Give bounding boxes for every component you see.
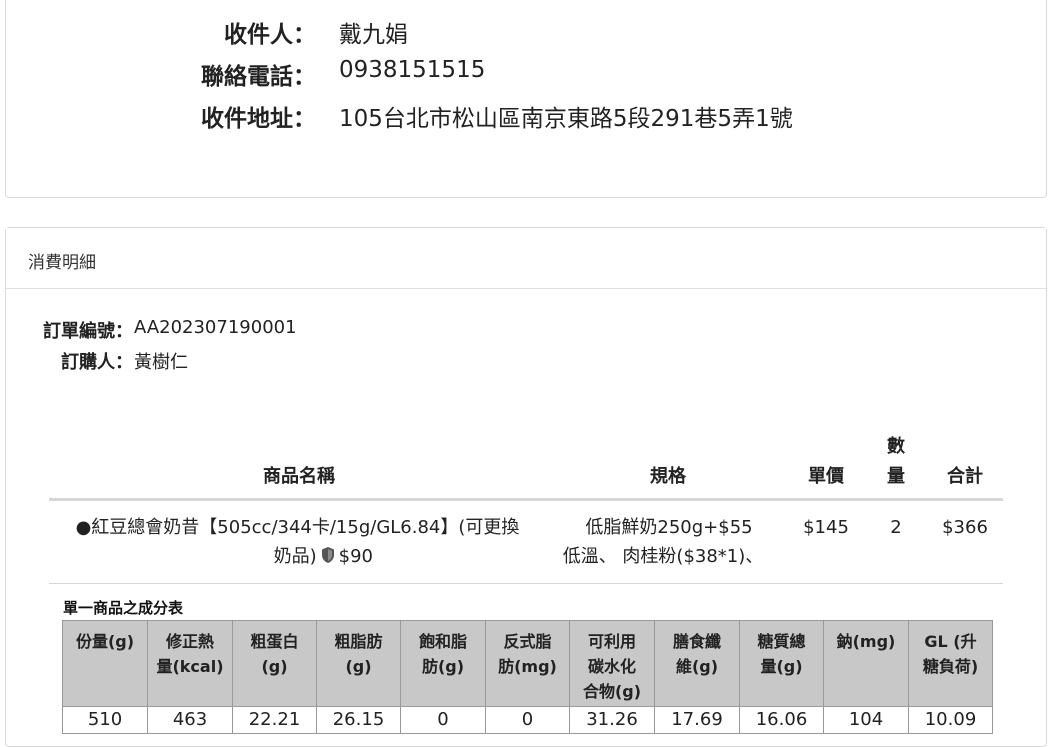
recipient-name-value: 戴九娟 — [339, 22, 408, 48]
nutrition-column-header: 飽和脂 肪(g) — [400, 620, 486, 707]
order-item-unit-price: $145 — [803, 517, 849, 538]
order-item-name: ●紅豆總會奶昔【505cc/344卡/15g/GL6.84】(可更換 奶品) $9… — [50, 513, 545, 573]
recipient-address-value: 105台北市松山區南京東路5段291巷5弄1號 — [339, 106, 793, 132]
nutrition-value-cell: 10.09 — [908, 706, 993, 734]
order-detail-card: 消費明細 訂單編號： AA202307190001 訂購人： 黃樹仁 商品名稱 … — [5, 227, 1047, 747]
order-item-quantity: 2 — [890, 517, 902, 538]
recipient-card: 收件人： 戴九娟 聯絡電話： 0938151515 收件地址： 105台北市松山… — [5, 0, 1047, 198]
nutrition-value-cell: 26.15 — [316, 706, 401, 734]
order-item-spec: 低脂鮮奶250g+$55 低溫、 肉桂粉($38*1)、 — [554, 513, 784, 571]
buyer-label: 訂購人： — [61, 352, 133, 373]
nutrition-column-header: 份量(g) — [62, 620, 148, 707]
order-item-spec-line2: 低溫、 肉桂粉($38*1)、 — [562, 546, 764, 567]
order-item-name-line2: 奶品) $90 — [50, 542, 545, 573]
order-number-value: AA202307190001 — [134, 317, 297, 338]
nutrition-column-header: 修正熱 量(kcal) — [147, 620, 233, 707]
buyer-value: 黃樹仁 — [134, 352, 188, 373]
recipient-name-label: 收件人： — [224, 22, 316, 48]
order-item-name-line2-post: $90 — [338, 546, 373, 567]
order-table-header-divider — [49, 498, 1003, 501]
order-item-spec-line1: 低脂鮮奶250g+$55 — [585, 517, 753, 538]
recipient-phone-label: 聯絡電話： — [201, 64, 316, 90]
nutrition-column-header: GL (升 糖負荷) — [908, 620, 993, 707]
nutrition-value-cell: 104 — [823, 706, 909, 734]
nutrition-value-cell: 22.21 — [232, 706, 317, 734]
nutrition-value-cell: 16.06 — [739, 706, 824, 734]
order-item-name-line1: ●紅豆總會奶昔【505cc/344卡/15g/GL6.84】(可更換 — [75, 517, 520, 538]
order-number-label: 訂單編號： — [43, 321, 133, 342]
order-row-divider — [49, 583, 1003, 584]
nutrition-value-cell: 31.26 — [569, 706, 655, 734]
nutrition-column-header: 可利用 碳水化 合物(g) — [569, 620, 655, 707]
nutrition-column-header: 糖質總 量(g) — [739, 620, 824, 707]
nutrition-value-cell: 510 — [62, 706, 148, 734]
column-header-quantity-line2: 量 — [887, 466, 905, 487]
nutrition-value-cell: 0 — [485, 706, 570, 734]
nutrition-value-cell: 0 — [400, 706, 486, 734]
nutrition-column-header: 粗脂肪 (g) — [316, 620, 401, 707]
column-header-spec: 規格 — [650, 466, 686, 487]
order-detail-title: 消費明細 — [28, 253, 96, 273]
nutrition-table-title: 單一商品之成分表 — [63, 599, 184, 617]
nutrition-header-row: 份量(g) 修正熱 量(kcal) 粗蛋白 (g) 粗脂肪 (g) 飽和脂 肪(g) 反式脂 肪(m… — [62, 620, 993, 707]
column-header-total: 合計 — [947, 466, 983, 487]
column-header-quantity-line1: 數 — [887, 436, 905, 457]
column-header-quantity: 數 量 — [876, 432, 916, 492]
nutrition-column-header: 膳食纖 維(g) — [654, 620, 740, 707]
order-item-name-line2-pre: 奶品) — [273, 546, 317, 567]
nutrition-column-header: 鈉(mg) — [823, 620, 909, 707]
nutrition-value-cell: 17.69 — [654, 706, 740, 734]
column-header-product-name: 商品名稱 — [263, 466, 335, 487]
table-row: 510 463 22.21 26.15 0 0 31.26 17.69 16.06 104 10.0… — [62, 706, 993, 734]
shield-icon — [321, 544, 335, 573]
order-item-total: $366 — [942, 517, 988, 538]
order-detail-header: 消費明細 — [6, 228, 1046, 289]
recipient-address-label: 收件地址： — [201, 106, 316, 132]
nutrition-column-header: 反式脂 肪(mg) — [485, 620, 570, 707]
column-header-unit-price: 單價 — [808, 466, 844, 487]
nutrition-table: 份量(g) 修正熱 量(kcal) 粗蛋白 (g) 粗脂肪 (g) 飽和脂 肪(g) 反式脂 肪(m… — [62, 620, 993, 734]
recipient-phone-value: 0938151515 — [339, 57, 486, 83]
nutrition-column-header: 粗蛋白 (g) — [232, 620, 317, 707]
nutrition-value-cell: 463 — [147, 706, 233, 734]
